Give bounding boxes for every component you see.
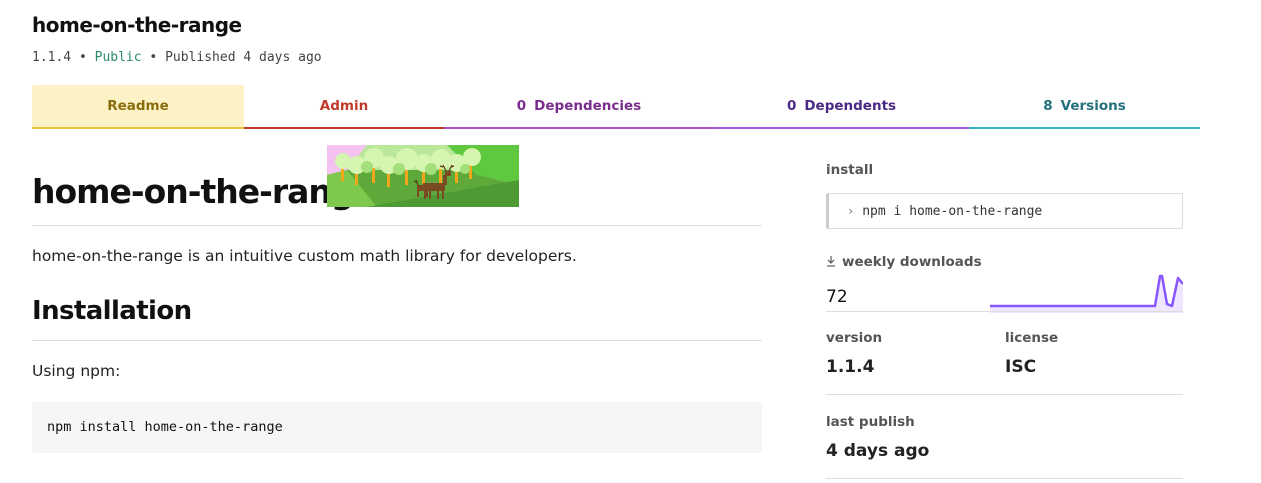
chevron-right-icon: › (847, 204, 855, 218)
tab-label: Dependencies (534, 98, 642, 114)
readme-title: home-on-the-range (32, 172, 376, 211)
weekly-downloads-header: weekly downloads (826, 254, 982, 270)
install-command-box[interactable]: › npm i home-on-the-range (826, 193, 1183, 229)
meta-separator: • (78, 50, 87, 65)
landscape-illustration (327, 145, 519, 207)
package-version: 1.1.4 (32, 50, 72, 65)
install-code-block[interactable]: npm install home-on-the-range (32, 402, 762, 453)
downloads-sparkline[interactable] (990, 270, 1183, 313)
heading-divider (32, 225, 762, 226)
installation-heading: Installation (32, 296, 192, 326)
tab-admin[interactable]: Admin (244, 85, 444, 129)
code-text: npm install home-on-the-range (47, 419, 283, 435)
tab-count: 8 (1043, 98, 1053, 114)
license-value: ISC (1005, 357, 1037, 377)
license-label: license (1005, 330, 1059, 346)
package-meta: 1.1.4 • Public • Published 4 days ago (32, 50, 322, 65)
tab-label: Dependents (804, 98, 897, 114)
using-npm-text: Using npm: (32, 362, 121, 380)
heading-divider (32, 340, 762, 341)
last-publish-label: last publish (826, 414, 915, 430)
install-command: npm i home-on-the-range (862, 203, 1043, 219)
tab-readme[interactable]: Readme (32, 85, 244, 129)
weekly-downloads-value: 72 (826, 287, 848, 307)
tab-label: Versions (1060, 98, 1126, 114)
readme-description: home-on-the-range is an intuitive custom… (32, 247, 577, 265)
install-label: install (826, 162, 874, 178)
version-label: version (826, 330, 883, 346)
download-icon (826, 255, 836, 270)
tab-count: 0 (786, 98, 797, 114)
version-value: 1.1.4 (826, 357, 875, 377)
package-published: Published 4 days ago (165, 50, 322, 65)
section-divider (826, 478, 1183, 479)
section-divider (826, 394, 1183, 395)
last-publish-value: 4 days ago (826, 441, 930, 461)
meta-separator: • (149, 50, 158, 65)
tab-dependencies[interactable]: 0 Dependencies (444, 85, 714, 129)
readme-banner-image (327, 145, 519, 207)
package-visibility: Public (94, 50, 142, 65)
tab-versions[interactable]: 8 Versions (969, 85, 1200, 129)
package-title: home-on-the-range (32, 13, 242, 37)
tab-count: 0 (516, 98, 527, 114)
tab-dependents[interactable]: 0 Dependents (714, 85, 969, 129)
package-tabs: Readme Admin 0 Dependencies 0 Dependents… (32, 85, 1200, 129)
weekly-downloads-label: weekly downloads (842, 254, 982, 270)
tab-label: Admin (319, 98, 369, 114)
section-divider (826, 311, 1183, 312)
tab-label: Readme (107, 98, 169, 114)
